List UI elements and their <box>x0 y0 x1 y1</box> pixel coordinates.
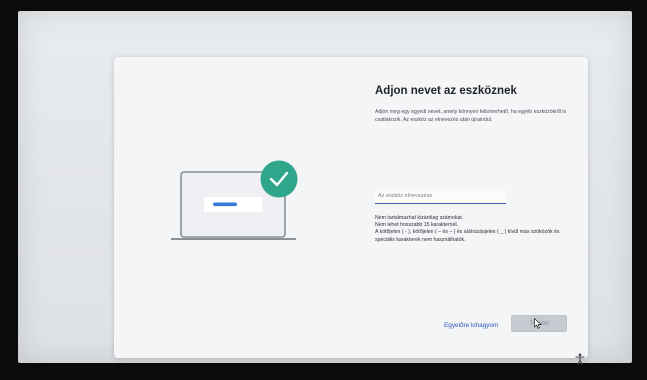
rule-text: Nem lehet hosszabb 15 karakternél. <box>375 222 459 229</box>
laptop-check-illustration <box>169 157 299 252</box>
monitor-screen: Adjon nevet az eszköznek Adjon meg egy e… <box>18 11 632 365</box>
page-description: Adjon meg egy egyedi nevet, amely könnye… <box>375 109 567 123</box>
oobe-dialog: Adjon nevet az eszköznek Adjon meg egy e… <box>114 57 588 358</box>
device-name-input[interactable] <box>375 189 506 204</box>
rule-text: A kötőjelen ( - ), kötőjelen ( – és – ) … <box>375 229 560 243</box>
skip-for-now-link[interactable]: Egyelőre kihagyom <box>444 322 498 329</box>
name-rules: Nem tartalmazhat kizárólag számokat. Nem… <box>375 215 575 244</box>
page-title: Adjon nevet az eszköznek <box>375 85 517 97</box>
mouse-cursor-icon <box>534 316 542 329</box>
rule-text: Nem tartalmazhat kizárólag számokat. <box>375 215 464 221</box>
accessibility-icon[interactable] <box>575 352 585 365</box>
